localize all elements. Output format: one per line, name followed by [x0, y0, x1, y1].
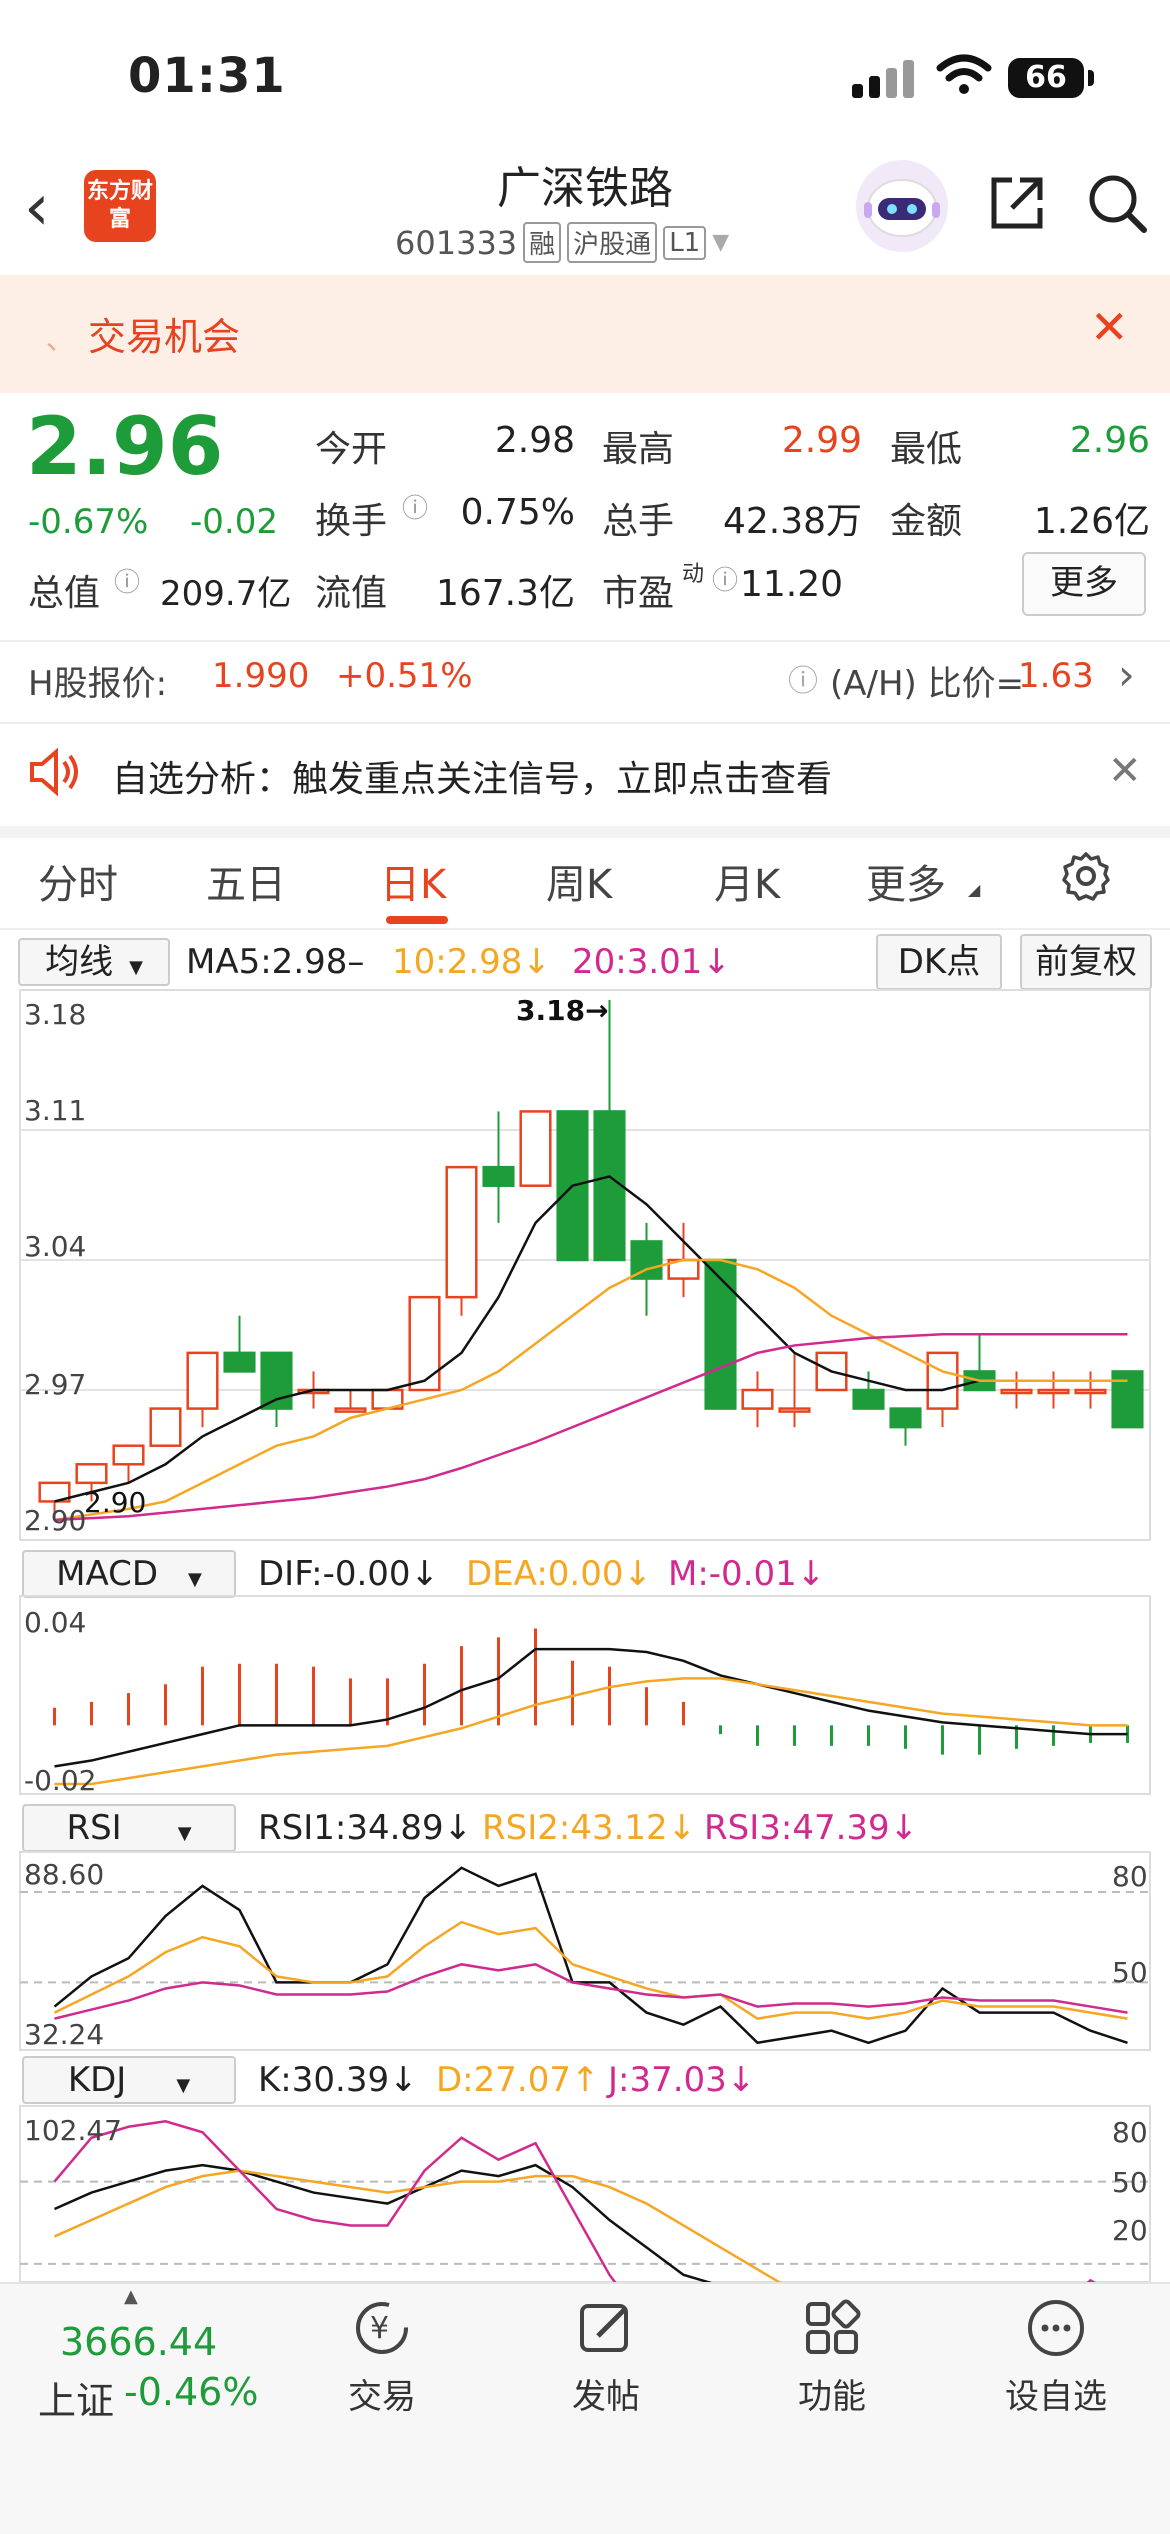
stock-chart-svg[interactable]: 3.18 3.11 3.04 2.97 2.90 3.18→ 2.90 0.04… — [0, 0, 1170, 2282]
kdj-j-line — [53, 2120, 1096, 2282]
rsi2-line — [53, 1920, 1128, 2020]
panel-frame-0 — [19, 989, 1151, 1541]
index-change: -0.46% — [124, 2370, 259, 2414]
candle-body — [1037, 1388, 1070, 1395]
candle-body — [408, 1295, 441, 1392]
candle-body — [223, 1351, 256, 1373]
nav-watchlist[interactable]: 设自选 — [986, 2296, 1126, 2418]
candle-body — [445, 1165, 478, 1299]
index-name: 上证 — [38, 2379, 115, 2423]
macd-ylabel-bottom: -0.02 — [24, 1764, 96, 1797]
expand-up-icon[interactable]: ▲ — [124, 2286, 138, 2307]
svg-text:¥: ¥ — [370, 2311, 389, 2346]
candle-body — [704, 1258, 737, 1410]
rsi-ylabel-top: 88.60 — [24, 1858, 104, 1891]
candle-body — [75, 1463, 108, 1485]
ma5-line — [54, 1175, 1128, 1503]
candle-body — [741, 1388, 774, 1410]
candle-body — [112, 1444, 145, 1466]
candle-body — [186, 1351, 219, 1410]
grid-apps-icon — [806, 2299, 861, 2354]
kdj-ref-20: 20 — [1112, 2214, 1148, 2247]
candle-body — [778, 1407, 811, 1413]
trade-icon: ¥ — [356, 2302, 408, 2354]
candle-body — [889, 1407, 922, 1429]
kdj-ref-50: 50 — [1112, 2166, 1148, 2199]
candle-body — [630, 1240, 663, 1280]
kdj-ref-80: 80 — [1112, 2116, 1148, 2149]
nav-post-label: 发帖 — [572, 2377, 640, 2417]
kdj-ylabel-top: 102.47 — [24, 2114, 122, 2147]
nav-post[interactable]: 发帖 — [536, 2296, 676, 2418]
kline-ylabel-top: 3.18 — [24, 998, 86, 1031]
nav-watchlist-label: 设自选 — [1005, 2377, 1107, 2417]
rsi-ref-50: 50 — [1112, 1956, 1148, 1989]
rsi-ref-80: 80 — [1112, 1860, 1148, 1893]
nav-trade-label: 交易 — [348, 2377, 416, 2417]
rsi3-line — [54, 1963, 1128, 2020]
edit-icon — [580, 2304, 628, 2352]
candle-body — [1074, 1388, 1107, 1395]
panel-frame-3 — [19, 2105, 1151, 2282]
kline-ylabel-bottom: 2.90 — [24, 1504, 86, 1537]
candle-body — [519, 1110, 552, 1187]
kdj-d-line — [53, 2169, 782, 2282]
dif-line — [54, 1647, 1128, 1768]
kdj-lines — [53, 2120, 1096, 2282]
candle-body — [149, 1407, 182, 1447]
panel-frame-2 — [19, 1851, 1151, 2051]
more-dots-icon — [1028, 2300, 1084, 2356]
kline-high-marker: 3.18→ — [516, 994, 609, 1027]
kline-ylabel-4: 2.97 — [24, 1368, 86, 1401]
candle-body — [926, 1351, 959, 1410]
macd-ylabel-top: 0.04 — [24, 1606, 86, 1639]
rsi-ylabel-bottom: 32.24 — [24, 2018, 104, 2051]
nav-features-label: 功能 — [798, 2377, 866, 2417]
panel-frame-1 — [19, 1595, 1151, 1795]
candle-body — [334, 1407, 367, 1413]
kline-low-marker: 2.90 — [84, 1486, 146, 1519]
rsi1-line — [53, 1866, 1128, 2045]
kline-ylabel-3: 3.04 — [24, 1230, 86, 1263]
index-value[interactable]: 3666.44 — [60, 2320, 217, 2364]
nav-features[interactable]: 功能 — [762, 2296, 902, 2418]
nav-trade[interactable]: ¥ 交易 — [312, 2296, 452, 2418]
candle-body — [1000, 1388, 1033, 1395]
candle-body — [852, 1388, 885, 1410]
kline-ylabel-2: 3.11 — [24, 1094, 86, 1127]
candle-body — [482, 1165, 515, 1187]
